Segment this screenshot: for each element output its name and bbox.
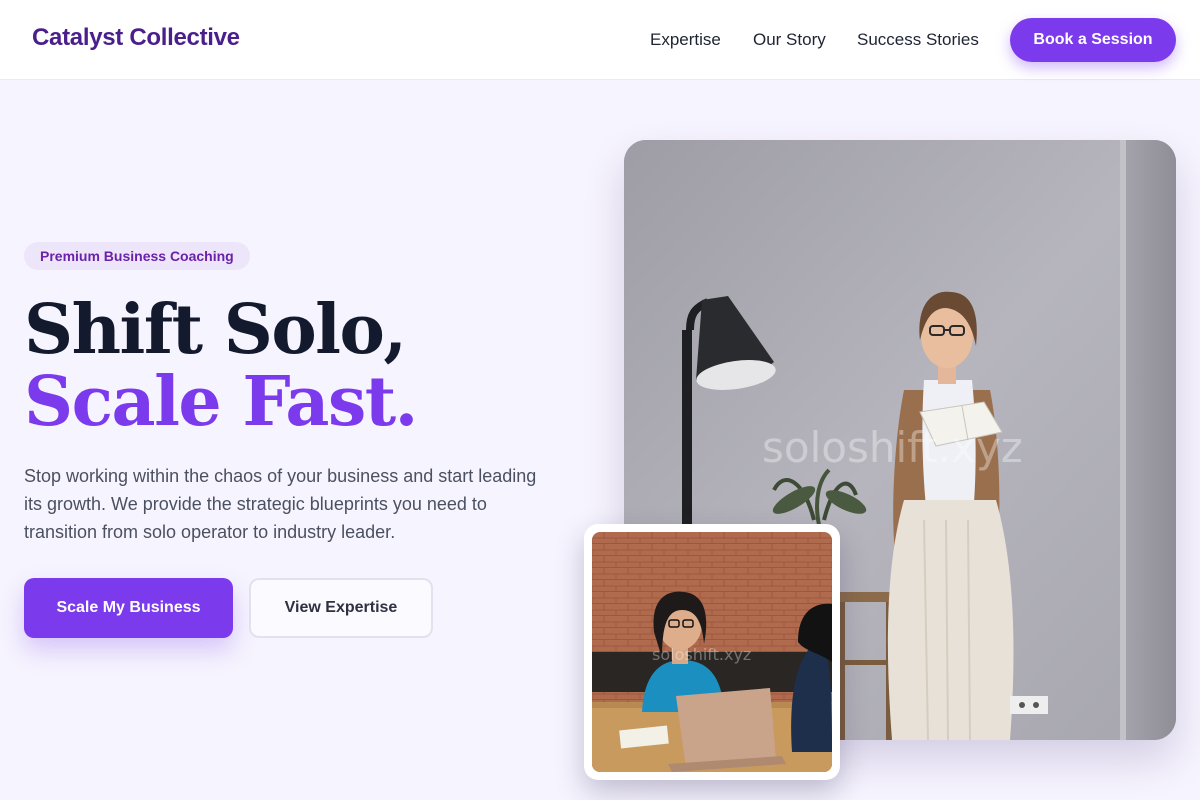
inset-photo-card: soloshift.xyz bbox=[584, 524, 840, 780]
headline-line-1: Shift Solo, bbox=[24, 290, 407, 370]
inset-photo-watermark: soloshift.xyz bbox=[652, 645, 751, 664]
hero-headline: Shift Solo, Scale Fast. bbox=[24, 290, 418, 442]
meeting-illustration: soloshift.xyz bbox=[592, 532, 832, 772]
inset-photo-meeting: soloshift.xyz bbox=[592, 532, 832, 772]
nav-link-our-story[interactable]: Our Story bbox=[753, 30, 826, 50]
navbar: Catalyst Collective Expertise Our Story … bbox=[0, 0, 1200, 80]
laptop bbox=[668, 688, 786, 772]
headline-line-2: Scale Fast. bbox=[24, 362, 418, 442]
brand-logo[interactable]: Catalyst Collective bbox=[32, 24, 240, 52]
hero-badge: Premium Business Coaching bbox=[24, 242, 250, 270]
scale-my-business-button[interactable]: Scale My Business bbox=[24, 578, 233, 638]
view-expertise-button[interactable]: View Expertise bbox=[249, 578, 433, 638]
main-photo-watermark: soloshift.xyz bbox=[762, 423, 1023, 472]
nav-link-expertise[interactable]: Expertise bbox=[650, 30, 721, 50]
nav-link-success-stories[interactable]: Success Stories bbox=[857, 30, 979, 50]
hero-description: Stop working within the chaos of your bu… bbox=[24, 466, 537, 542]
book-session-button[interactable]: Book a Session bbox=[1010, 18, 1176, 62]
